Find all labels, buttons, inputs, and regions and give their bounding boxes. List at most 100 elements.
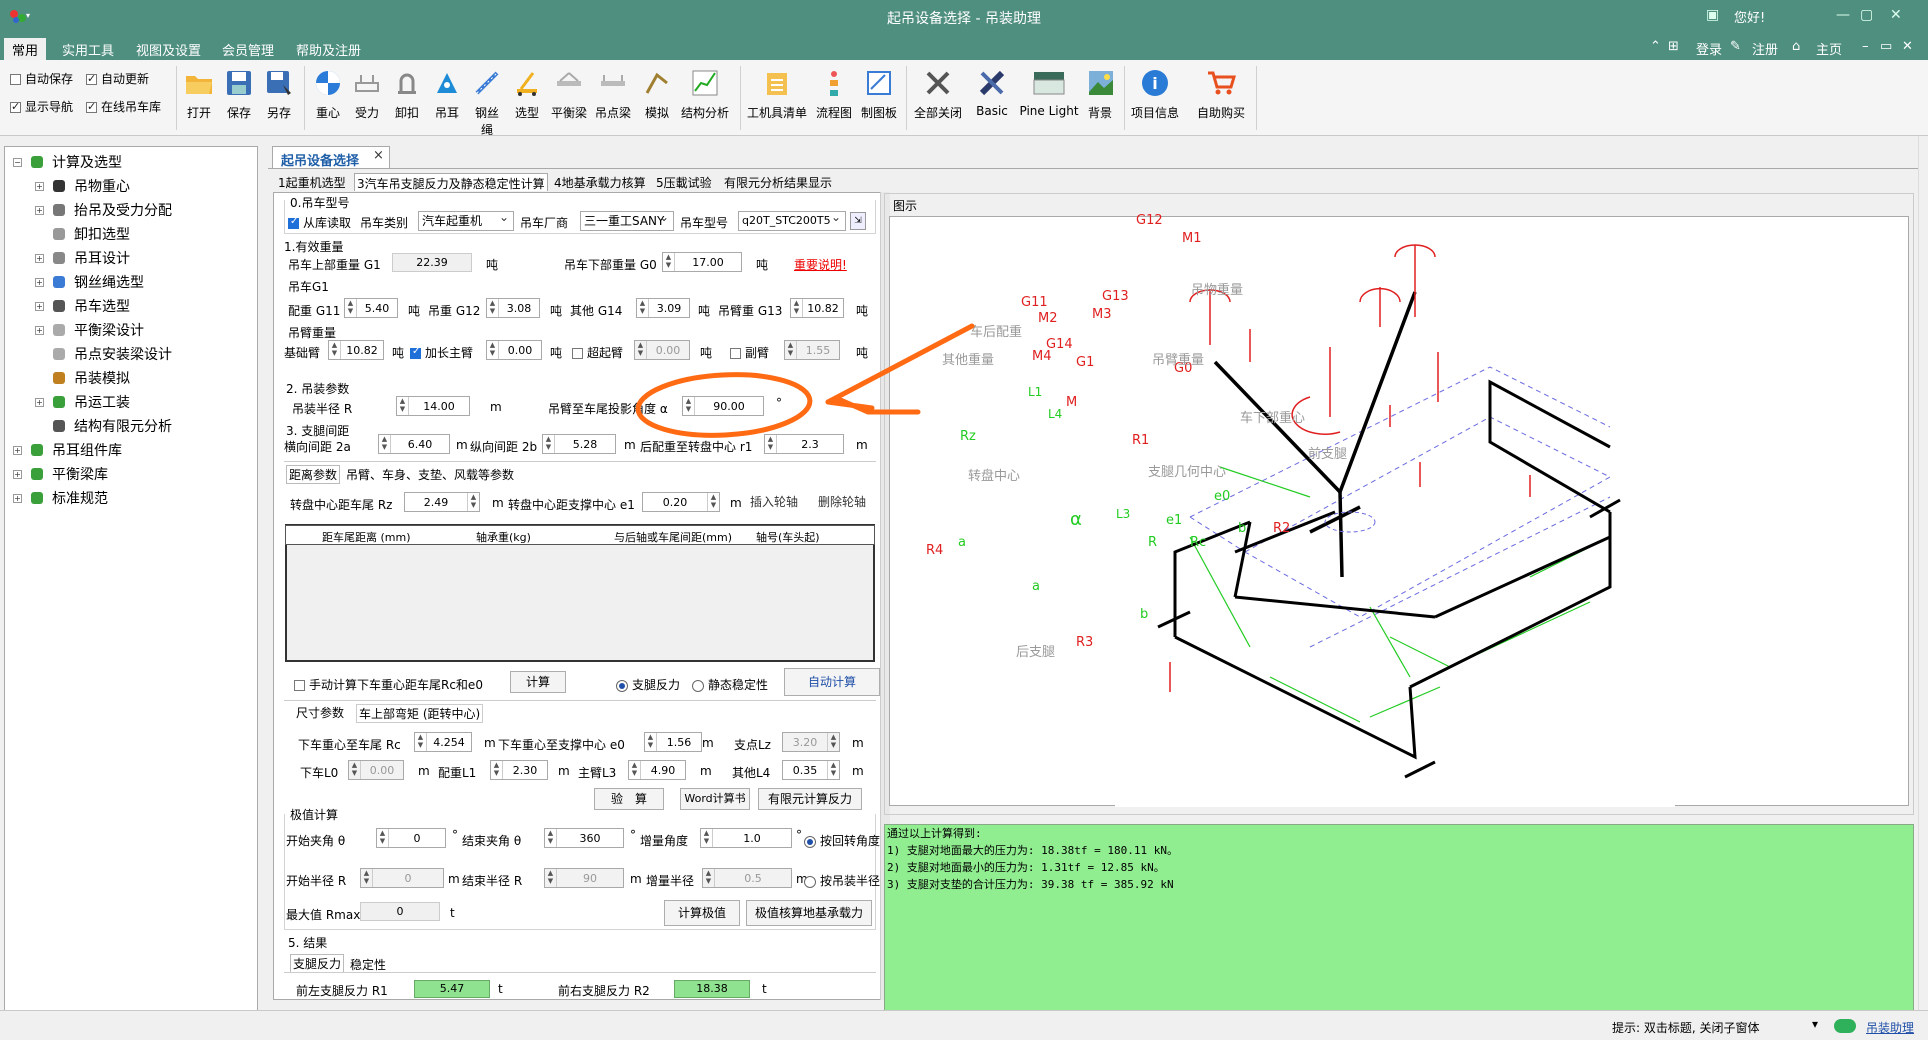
background-button[interactable]: 背景 (1084, 66, 1116, 121)
lift-point-beam-button[interactable]: 吊点梁 (594, 66, 632, 121)
self-purchase-button[interactable]: 自助购买 (1194, 66, 1248, 121)
auto-calc-button[interactable]: 自动计算 (784, 668, 880, 696)
crane-lookup-icon[interactable]: ⇲ (850, 212, 866, 230)
lower-weight-spinner[interactable]: ▲ ▼ 17.00 (662, 252, 742, 272)
lz-spinner[interactable]: 3.20 ▲ ▼ (782, 732, 840, 752)
l1-spinner[interactable]: ▲ ▼ 2.30 (490, 760, 548, 780)
force-button[interactable]: 受力 (350, 66, 384, 121)
tab-crane-selection[interactable]: 1起重机选型 (276, 173, 348, 191)
project-info-button[interactable]: i 项目信息 (1128, 66, 1182, 121)
tree-item[interactable]: + 抬吊及受力分配 (35, 199, 172, 221)
tab-outrigger-reaction[interactable]: 3汽车吊支腿反力及静态稳定性计算 (354, 173, 548, 191)
menu-tab-member[interactable]: 会员管理 (214, 38, 282, 61)
save-button[interactable]: 保存 (222, 66, 256, 121)
tab-upper-moment[interactable]: 车上部弯矩 (距转中心) (356, 704, 484, 723)
sub-restore-button[interactable]: ▭ (1880, 39, 1892, 54)
doc-tab-crane-select[interactable]: 起吊设备选择 × (272, 146, 390, 169)
online-crane-lib-check[interactable]: 在线吊车库 (86, 98, 161, 115)
e0-spinner[interactable]: ▲ ▼ 1.56 (644, 732, 702, 752)
radio-static-stability[interactable]: 静态稳定性 (692, 676, 768, 693)
radio-by-angle[interactable]: 按回转角度 (804, 832, 880, 849)
lateral-spacing-spinner[interactable]: ▲ ▼ 6.40 (378, 434, 450, 454)
lug-button[interactable]: 吊耳 (430, 66, 464, 121)
close-all-button[interactable]: 全部关闭 (912, 66, 964, 121)
minimize-button[interactable]: — (1836, 7, 1850, 23)
center-gravity-button[interactable]: 重心 (310, 66, 346, 121)
tab-fem-results[interactable]: 有限元分析结果显示 (722, 173, 834, 191)
expand-icon[interactable]: + (35, 397, 44, 407)
expand-icon[interactable]: + (35, 253, 44, 263)
tree-item[interactable]: + 标准规范 (13, 487, 108, 509)
expand-icon[interactable]: + (13, 493, 22, 503)
base-arm-spinner[interactable]: ▲ ▼ 10.82 (328, 340, 384, 360)
e1-spinner[interactable]: 0.20 ▲ ▼ (642, 492, 720, 512)
tree-item[interactable]: +卸扣选型 (35, 223, 130, 245)
wire-rope-button[interactable]: 钢丝绳 (470, 66, 504, 138)
jib-arm-spinner[interactable]: ▲ ▼ 1.55 (784, 340, 840, 360)
step-radius-spinner[interactable]: ▲ ▼ 0.5 (702, 868, 792, 888)
counterweight-spinner[interactable]: ▲ ▼ 5.40 (344, 298, 398, 318)
extreme-foundation-check-button[interactable]: 极值核算地基承载力 (746, 900, 872, 926)
l3-spinner[interactable]: ▲ ▼ 4.90 (628, 760, 686, 780)
status-link[interactable]: 吊装助理 (1866, 1019, 1914, 1036)
tab-foundation-bearing[interactable]: 4地基承载力核算 (552, 173, 648, 191)
expand-icon[interactable]: + (13, 445, 22, 455)
boom-angle-spinner[interactable]: ▲ ▼ 90.00 (682, 396, 764, 416)
l0-spinner[interactable]: ▲ ▼ 0.00 (348, 760, 404, 780)
tool-list-button[interactable]: 工机具清单 (746, 66, 808, 121)
main-scrollbar[interactable] (1918, 136, 1928, 1010)
tree-item[interactable]: + 钢丝绳选型 (35, 271, 144, 293)
extended-arm-check[interactable]: 加长主臂 (410, 344, 473, 361)
rz-spinner[interactable]: 2.49 ▲ ▼ (404, 492, 480, 512)
calc-button[interactable]: 计算 (510, 671, 566, 693)
expand-icon[interactable]: + (35, 301, 44, 311)
tree-item[interactable]: + 吊车选型 (35, 295, 130, 317)
hook-weight-spinner[interactable]: ▲ ▼ 3.08 (486, 298, 540, 318)
expand-icon[interactable]: + (35, 277, 44, 287)
collapse-icon[interactable]: ⌃ (1650, 39, 1661, 54)
doc-tab-close-icon[interactable]: × (373, 148, 384, 163)
tree-item[interactable]: + 吊耳组件库 (13, 439, 122, 461)
menu-tab-tools[interactable]: 实用工具 (54, 38, 122, 61)
pin-icon[interactable]: ⊞ (1668, 39, 1679, 54)
sub-close-button[interactable]: ✕ (1902, 39, 1913, 54)
expand-icon[interactable]: + (35, 181, 44, 191)
sub-minimize-button[interactable]: – (1862, 39, 1869, 54)
tab-load-test[interactable]: 5压載试验 (654, 173, 714, 191)
status-toggle[interactable] (1834, 1019, 1856, 1033)
extended-arm-spinner[interactable]: ▲ ▼ 0.00 (486, 340, 542, 360)
crane-type-select[interactable]: 汽车起重机 (418, 208, 514, 231)
from-library-check[interactable]: 从库读取 (288, 214, 351, 231)
manual-calc-check[interactable]: 手动计算下车重心距车尾Rc和e0 (294, 676, 483, 693)
insert-axle-button[interactable]: 插入轮轴 (746, 492, 802, 514)
home-link[interactable]: 主页 (1816, 39, 1842, 58)
tree-item[interactable]: + 平衡梁设计 (35, 319, 144, 341)
rear-cw-spinner[interactable]: ▲ ▼ 2.3 (764, 434, 844, 454)
save-as-button[interactable]: 另存 (262, 66, 296, 121)
theme-basic-button[interactable]: Basic (972, 66, 1012, 118)
show-nav-check[interactable]: 显示导航 (10, 98, 73, 115)
other-weight-spinner[interactable]: ▲ ▼ 3.09 (636, 298, 690, 318)
verify-button[interactable]: 验 算 (594, 788, 664, 810)
tab-boom-body-params[interactable]: 吊臂、车身、支垫、风载等参数 (346, 466, 514, 483)
login-link[interactable]: 登录 (1696, 39, 1722, 58)
auto-update-check[interactable]: 自动更新 (86, 70, 149, 87)
jib-arm-check[interactable]: 副臂 (730, 344, 769, 361)
open-button[interactable]: 打开 (182, 66, 216, 121)
register-link[interactable]: 注册 (1752, 39, 1778, 58)
calc-extreme-button[interactable]: 计算极值 (664, 900, 740, 926)
auto-save-check[interactable]: 自动保存 (10, 70, 73, 87)
menu-tab-help[interactable]: 帮助及注册 (288, 38, 369, 61)
tree-item[interactable]: + 吊物重心 (35, 175, 130, 197)
tab-reaction-result[interactable]: 支腿反力 (290, 954, 345, 973)
step-angle-spinner[interactable]: ▲ ▼ 1.0 (700, 828, 792, 848)
structure-analysis-button[interactable]: 结构分析 (680, 66, 730, 121)
tab-size-params[interactable]: 尺寸参数 (296, 704, 344, 721)
expand-icon[interactable]: + (35, 325, 44, 335)
tab-stability-result[interactable]: 稳定性 (350, 956, 386, 973)
select-crane-button[interactable]: 选型 (510, 66, 544, 121)
super-arm-spinner[interactable]: ▲ ▼ 0.00 (634, 340, 690, 360)
expand-icon[interactable]: + (13, 469, 22, 479)
expand-icon[interactable]: + (35, 205, 44, 215)
delete-axle-button[interactable]: 删除轮轴 (812, 492, 872, 514)
